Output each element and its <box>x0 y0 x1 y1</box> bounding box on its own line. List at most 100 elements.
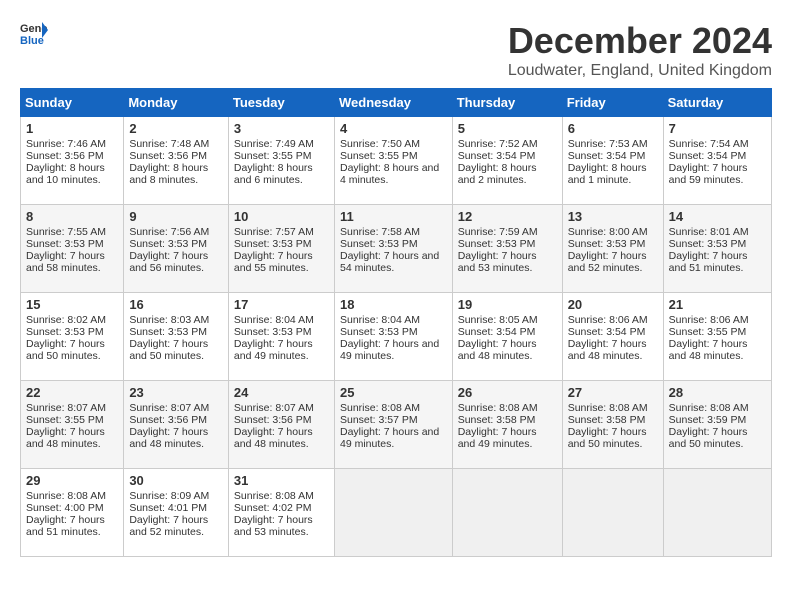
sunset-text: Sunset: 3:53 PM <box>234 238 312 250</box>
calendar-cell: 11Sunrise: 7:58 AMSunset: 3:53 PMDayligh… <box>334 205 452 293</box>
sunset-text: Sunset: 3:55 PM <box>340 150 418 162</box>
daylight-text: Daylight: 7 hours and 53 minutes. <box>234 514 313 538</box>
sunset-text: Sunset: 3:53 PM <box>340 326 418 338</box>
calendar-cell: 27Sunrise: 8:08 AMSunset: 3:58 PMDayligh… <box>562 381 663 469</box>
daylight-text: Daylight: 7 hours and 52 minutes. <box>129 514 208 538</box>
sunrise-text: Sunrise: 8:04 AM <box>234 314 314 326</box>
calendar-cell: 22Sunrise: 8:07 AMSunset: 3:55 PMDayligh… <box>21 381 124 469</box>
sunset-text: Sunset: 3:58 PM <box>458 414 536 426</box>
week-row-4: 22Sunrise: 8:07 AMSunset: 3:55 PMDayligh… <box>21 381 772 469</box>
day-number: 6 <box>568 121 658 136</box>
sunrise-text: Sunrise: 8:07 AM <box>129 402 209 414</box>
day-number: 20 <box>568 297 658 312</box>
daylight-text: Daylight: 8 hours and 8 minutes. <box>129 162 208 186</box>
calendar-cell: 2Sunrise: 7:48 AMSunset: 3:56 PMDaylight… <box>124 117 229 205</box>
daylight-text: Daylight: 7 hours and 48 minutes. <box>26 426 105 450</box>
calendar-cell: 29Sunrise: 8:08 AMSunset: 4:00 PMDayligh… <box>21 469 124 557</box>
day-number: 19 <box>458 297 557 312</box>
daylight-text: Daylight: 7 hours and 51 minutes. <box>669 250 748 274</box>
sunrise-text: Sunrise: 8:03 AM <box>129 314 209 326</box>
day-number: 16 <box>129 297 223 312</box>
day-number: 5 <box>458 121 557 136</box>
sunrise-text: Sunrise: 8:07 AM <box>26 402 106 414</box>
daylight-text: Daylight: 7 hours and 50 minutes. <box>669 426 748 450</box>
calendar-cell: 24Sunrise: 8:07 AMSunset: 3:56 PMDayligh… <box>228 381 334 469</box>
sunset-text: Sunset: 3:53 PM <box>26 238 104 250</box>
calendar-cell: 10Sunrise: 7:57 AMSunset: 3:53 PMDayligh… <box>228 205 334 293</box>
week-row-2: 8Sunrise: 7:55 AMSunset: 3:53 PMDaylight… <box>21 205 772 293</box>
sunset-text: Sunset: 3:53 PM <box>129 326 207 338</box>
calendar-cell: 18Sunrise: 8:04 AMSunset: 3:53 PMDayligh… <box>334 293 452 381</box>
daylight-text: Daylight: 7 hours and 50 minutes. <box>568 426 647 450</box>
sunrise-text: Sunrise: 8:06 AM <box>669 314 749 326</box>
calendar-cell: 14Sunrise: 8:01 AMSunset: 3:53 PMDayligh… <box>663 205 771 293</box>
daylight-text: Daylight: 7 hours and 58 minutes. <box>26 250 105 274</box>
sunset-text: Sunset: 3:54 PM <box>458 326 536 338</box>
day-number: 30 <box>129 473 223 488</box>
day-number: 12 <box>458 209 557 224</box>
day-number: 13 <box>568 209 658 224</box>
calendar-header-row: SundayMondayTuesdayWednesdayThursdayFrid… <box>21 89 772 117</box>
col-header-tuesday: Tuesday <box>228 89 334 117</box>
calendar-cell: 30Sunrise: 8:09 AMSunset: 4:01 PMDayligh… <box>124 469 229 557</box>
col-header-sunday: Sunday <box>21 89 124 117</box>
daylight-text: Daylight: 7 hours and 48 minutes. <box>234 426 313 450</box>
calendar-cell: 5Sunrise: 7:52 AMSunset: 3:54 PMDaylight… <box>452 117 562 205</box>
calendar-cell: 17Sunrise: 8:04 AMSunset: 3:53 PMDayligh… <box>228 293 334 381</box>
day-number: 10 <box>234 209 329 224</box>
sunrise-text: Sunrise: 7:49 AM <box>234 138 314 150</box>
calendar-cell: 19Sunrise: 8:05 AMSunset: 3:54 PMDayligh… <box>452 293 562 381</box>
day-number: 21 <box>669 297 766 312</box>
calendar-cell <box>663 469 771 557</box>
sunset-text: Sunset: 3:53 PM <box>26 326 104 338</box>
sunrise-text: Sunrise: 7:52 AM <box>458 138 538 150</box>
day-number: 2 <box>129 121 223 136</box>
sunrise-text: Sunrise: 7:54 AM <box>669 138 749 150</box>
day-number: 29 <box>26 473 118 488</box>
calendar-cell: 1Sunrise: 7:46 AMSunset: 3:56 PMDaylight… <box>21 117 124 205</box>
title-area: December 2024 Loudwater, England, United… <box>508 20 772 80</box>
calendar-cell <box>562 469 663 557</box>
daylight-text: Daylight: 8 hours and 6 minutes. <box>234 162 313 186</box>
sunrise-text: Sunrise: 8:06 AM <box>568 314 648 326</box>
sunset-text: Sunset: 3:54 PM <box>568 326 646 338</box>
sunrise-text: Sunrise: 7:57 AM <box>234 226 314 238</box>
sunset-text: Sunset: 3:57 PM <box>340 414 418 426</box>
sunset-text: Sunset: 3:53 PM <box>669 238 747 250</box>
sunrise-text: Sunrise: 8:08 AM <box>340 402 420 414</box>
sunrise-text: Sunrise: 7:48 AM <box>129 138 209 150</box>
week-row-3: 15Sunrise: 8:02 AMSunset: 3:53 PMDayligh… <box>21 293 772 381</box>
week-row-5: 29Sunrise: 8:08 AMSunset: 4:00 PMDayligh… <box>21 469 772 557</box>
sunrise-text: Sunrise: 7:56 AM <box>129 226 209 238</box>
sunrise-text: Sunrise: 8:00 AM <box>568 226 648 238</box>
sunset-text: Sunset: 3:56 PM <box>26 150 104 162</box>
daylight-text: Daylight: 7 hours and 50 minutes. <box>26 338 105 362</box>
calendar-cell <box>334 469 452 557</box>
sunrise-text: Sunrise: 8:01 AM <box>669 226 749 238</box>
col-header-thursday: Thursday <box>452 89 562 117</box>
day-number: 28 <box>669 385 766 400</box>
sunrise-text: Sunrise: 8:04 AM <box>340 314 420 326</box>
calendar-cell: 9Sunrise: 7:56 AMSunset: 3:53 PMDaylight… <box>124 205 229 293</box>
svg-text:Blue: Blue <box>20 35 44 47</box>
day-number: 15 <box>26 297 118 312</box>
sunrise-text: Sunrise: 7:55 AM <box>26 226 106 238</box>
calendar-body: 1Sunrise: 7:46 AMSunset: 3:56 PMDaylight… <box>21 117 772 557</box>
calendar-cell: 13Sunrise: 8:00 AMSunset: 3:53 PMDayligh… <box>562 205 663 293</box>
calendar-cell: 21Sunrise: 8:06 AMSunset: 3:55 PMDayligh… <box>663 293 771 381</box>
sunrise-text: Sunrise: 8:02 AM <box>26 314 106 326</box>
sunset-text: Sunset: 3:53 PM <box>340 238 418 250</box>
sunrise-text: Sunrise: 8:08 AM <box>568 402 648 414</box>
day-number: 31 <box>234 473 329 488</box>
col-header-monday: Monday <box>124 89 229 117</box>
calendar-cell: 25Sunrise: 8:08 AMSunset: 3:57 PMDayligh… <box>334 381 452 469</box>
sunrise-text: Sunrise: 8:08 AM <box>458 402 538 414</box>
col-header-saturday: Saturday <box>663 89 771 117</box>
calendar-cell: 20Sunrise: 8:06 AMSunset: 3:54 PMDayligh… <box>562 293 663 381</box>
sunset-text: Sunset: 4:01 PM <box>129 502 207 514</box>
sunset-text: Sunset: 3:55 PM <box>669 326 747 338</box>
daylight-text: Daylight: 7 hours and 50 minutes. <box>129 338 208 362</box>
sunset-text: Sunset: 3:54 PM <box>458 150 536 162</box>
day-number: 4 <box>340 121 447 136</box>
day-number: 11 <box>340 209 447 224</box>
